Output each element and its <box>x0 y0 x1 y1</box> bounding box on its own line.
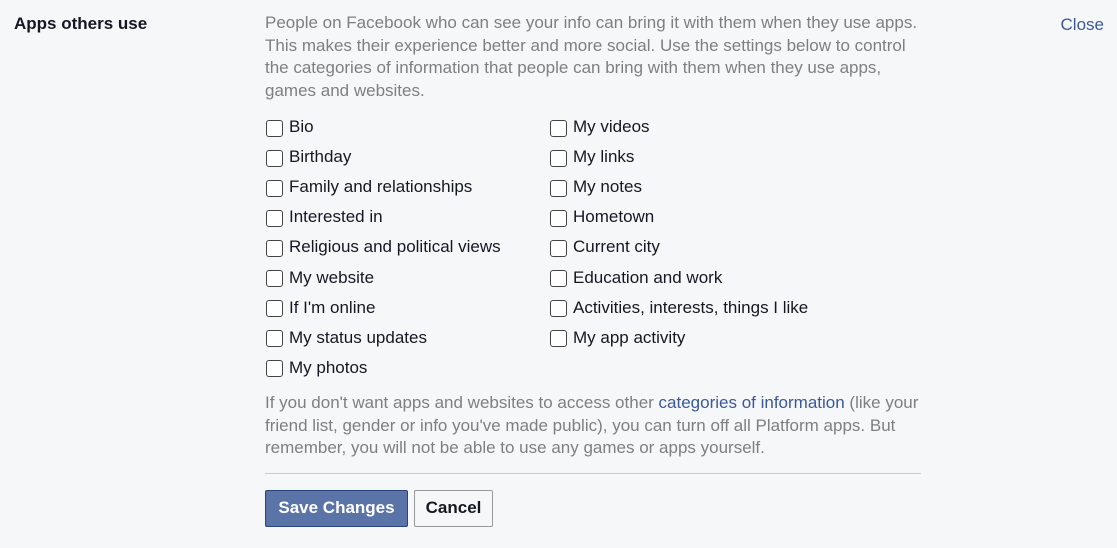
checkbox-label: Bio <box>289 117 314 137</box>
checkbox-label: My links <box>573 147 635 167</box>
checkbox-label: Hometown <box>573 207 655 227</box>
checkbox-my-notes[interactable]: My notes <box>550 172 808 202</box>
section-title: Apps others use <box>14 14 148 33</box>
checkbox-my-website[interactable]: My website <box>266 262 501 292</box>
save-changes-button[interactable]: Save Changes <box>265 489 408 527</box>
checkbox-label: Activities, interests, things I like <box>573 297 809 317</box>
checkbox-education-work[interactable]: Education and work <box>550 262 808 292</box>
checkbox-input[interactable] <box>550 179 567 197</box>
checkbox-input[interactable] <box>550 149 567 167</box>
checkbox-label: Religious and political views <box>289 237 501 257</box>
checkbox-birthday[interactable]: Birthday <box>266 142 501 172</box>
checkbox-label: Family and relationships <box>289 177 473 197</box>
checkbox-label: My status updates <box>289 327 427 347</box>
checkbox-input[interactable] <box>266 149 283 167</box>
close-link[interactable]: Close <box>1061 15 1104 35</box>
checkbox-activities-interests[interactable]: Activities, interests, things I like <box>550 293 808 323</box>
categories-of-information-link[interactable]: categories of information <box>659 393 845 412</box>
checkbox-input[interactable] <box>550 300 567 318</box>
checkbox-column-left: Bio Birthday Family and relationships In… <box>266 112 501 383</box>
platform-note-text-before: If you don't want apps and websites to a… <box>265 393 659 412</box>
checkbox-my-videos[interactable]: My videos <box>550 112 808 142</box>
checkbox-label: Current city <box>573 237 660 257</box>
checkbox-label: If I'm online <box>289 297 376 317</box>
checkbox-label: My videos <box>573 117 650 137</box>
checkbox-my-photos[interactable]: My photos <box>266 353 501 383</box>
checkbox-input[interactable] <box>550 270 567 288</box>
checkbox-column-right: My videos My links My notes Hometown Cur… <box>550 112 808 353</box>
cancel-button[interactable]: Cancel <box>414 489 493 527</box>
settings-panel: People on Facebook who can see your info… <box>265 12 921 527</box>
checkbox-label: Education and work <box>573 267 723 287</box>
checkbox-input[interactable] <box>266 360 283 378</box>
checkbox-label: Birthday <box>289 147 352 167</box>
checkbox-bio[interactable]: Bio <box>266 112 501 142</box>
divider <box>265 472 921 474</box>
checkbox-input[interactable] <box>550 209 567 227</box>
checkbox-input[interactable] <box>266 239 283 257</box>
checkbox-label: My notes <box>573 177 642 197</box>
checkbox-input[interactable] <box>550 239 567 257</box>
checkbox-religious-political-views[interactable]: Religious and political views <box>266 232 501 262</box>
checkbox-input[interactable] <box>266 119 283 137</box>
checkbox-input[interactable] <box>266 300 283 318</box>
checkbox-my-app-activity[interactable]: My app activity <box>550 323 808 353</box>
checkbox-if-im-online[interactable]: If I'm online <box>266 293 501 323</box>
platform-note: If you don't want apps and websites to a… <box>265 392 921 460</box>
category-checkbox-grid: Bio Birthday Family and relationships In… <box>265 112 921 382</box>
checkbox-label: My website <box>289 267 375 287</box>
checkbox-input[interactable] <box>266 179 283 197</box>
checkbox-current-city[interactable]: Current city <box>550 232 808 262</box>
checkbox-label: Interested in <box>289 207 383 227</box>
checkbox-label: My photos <box>289 357 368 377</box>
checkbox-input[interactable] <box>550 119 567 137</box>
checkbox-label: My app activity <box>573 327 686 347</box>
description-text: People on Facebook who can see your info… <box>265 13 918 100</box>
checkbox-family-relationships[interactable]: Family and relationships <box>266 172 501 202</box>
checkbox-hometown[interactable]: Hometown <box>550 202 808 232</box>
checkbox-input[interactable] <box>266 209 283 227</box>
checkbox-input[interactable] <box>266 330 283 348</box>
checkbox-input[interactable] <box>266 270 283 288</box>
action-buttons: Save Changes Cancel <box>265 489 921 527</box>
checkbox-my-links[interactable]: My links <box>550 142 808 172</box>
checkbox-input[interactable] <box>550 330 567 348</box>
checkbox-interested-in[interactable]: Interested in <box>266 202 501 232</box>
checkbox-my-status-updates[interactable]: My status updates <box>266 323 501 353</box>
